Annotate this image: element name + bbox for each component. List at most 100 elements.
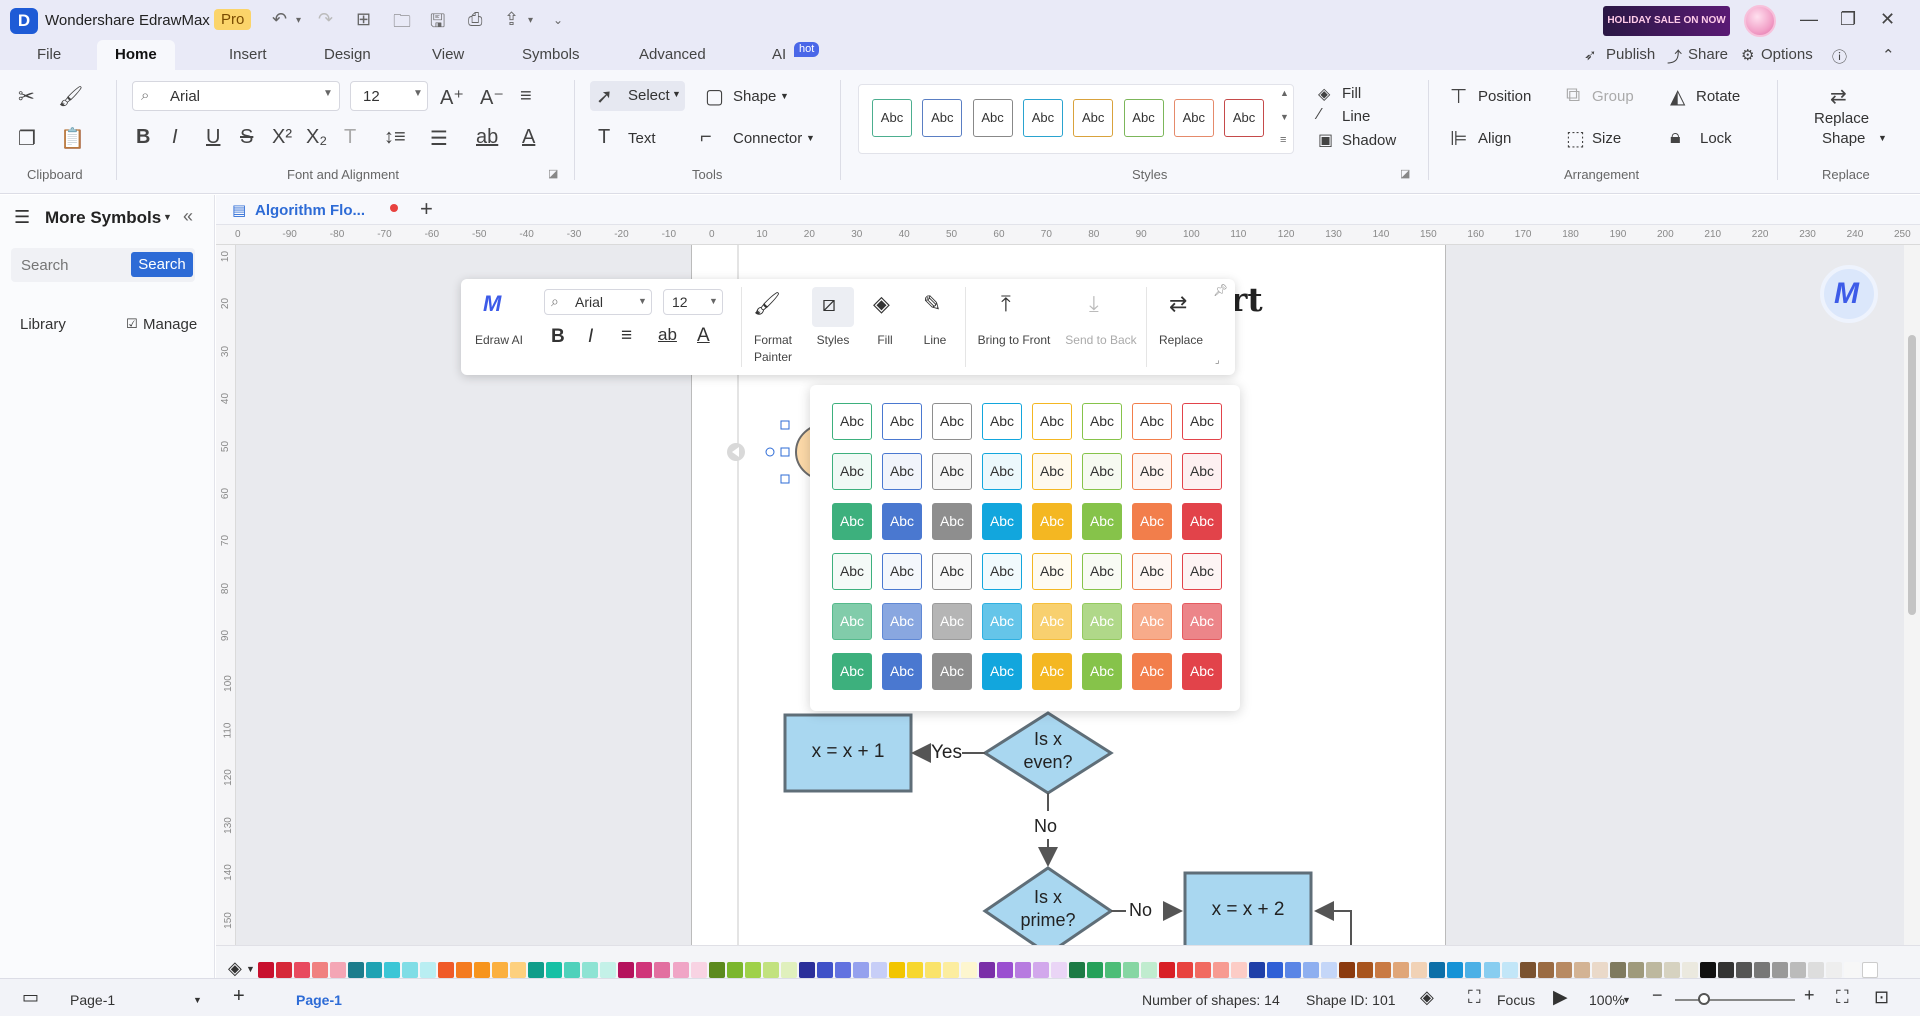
cut-icon[interactable]: ✂ — [18, 84, 35, 109]
holiday-sale-banner[interactable]: HOLIDAY SALE ON NOW — [1603, 6, 1730, 36]
style-option[interactable]: Abc — [1082, 403, 1122, 440]
underline-icon[interactable]: U — [206, 126, 220, 149]
style-option[interactable]: Abc — [832, 553, 872, 590]
style-option[interactable]: Abc — [1082, 653, 1122, 690]
size-icon[interactable]: ⬚ — [1566, 126, 1585, 151]
dialog-launcher-icon[interactable]: ◪ — [1400, 167, 1410, 180]
styles-label[interactable]: Styles — [803, 333, 863, 347]
line-label[interactable]: Line — [905, 333, 965, 347]
shadow-button[interactable]: Shadow — [1342, 132, 1396, 149]
palette-color-swatch[interactable] — [1231, 962, 1248, 978]
chevron-down-icon[interactable]: ▼ — [163, 212, 172, 222]
style-option[interactable]: Abc — [1182, 553, 1222, 590]
publish-button[interactable]: Publish — [1606, 46, 1655, 63]
close-icon[interactable]: ✕ — [1880, 9, 1895, 30]
add-page-icon[interactable]: + — [233, 985, 245, 1008]
connector-button[interactable]: Connector — [733, 130, 802, 147]
palette-color-swatch[interactable] — [312, 962, 329, 978]
tab-ai[interactable]: AI — [772, 46, 786, 63]
style-option[interactable]: Abc — [1132, 453, 1172, 490]
chevron-down-icon[interactable]: ▼ — [246, 964, 255, 974]
palette-color-swatch[interactable] — [1825, 962, 1842, 978]
edraw-ai-fab[interactable]: M — [1820, 265, 1878, 323]
group-button[interactable]: Group — [1592, 88, 1634, 105]
customize-qa-icon[interactable]: ⌄ — [553, 13, 563, 27]
position-icon[interactable]: ⊤ — [1450, 84, 1467, 109]
fullscreen-icon[interactable]: ⊡ — [1874, 987, 1889, 1008]
position-button[interactable]: Position — [1478, 88, 1531, 105]
fill-button[interactable]: Fill — [1342, 85, 1361, 102]
palette-color-swatch[interactable] — [636, 962, 653, 978]
text-tool-button[interactable]: Text — [628, 130, 656, 147]
style-option[interactable]: Abc — [832, 653, 872, 690]
palette-color-swatch[interactable] — [366, 962, 383, 978]
palette-color-swatch[interactable] — [1717, 962, 1734, 978]
italic-icon[interactable]: I — [588, 326, 593, 348]
style-option[interactable]: Abc — [1132, 603, 1172, 640]
palette-color-swatch[interactable] — [618, 962, 635, 978]
export-icon[interactable]: ⇪ — [504, 9, 519, 30]
style-option[interactable]: Abc — [932, 503, 972, 540]
palette-color-swatch[interactable] — [402, 962, 419, 978]
palette-color-swatch[interactable] — [1573, 962, 1590, 978]
undo-icon[interactable]: ↶ — [272, 9, 287, 30]
subscript-icon[interactable]: X₂ — [306, 126, 327, 149]
palette-color-swatch[interactable] — [1807, 962, 1824, 978]
palette-color-swatch[interactable] — [1645, 962, 1662, 978]
ribbon-style-swatch[interactable]: Abc — [972, 99, 1013, 137]
palette-color-swatch[interactable] — [834, 962, 851, 978]
palette-color-swatch[interactable] — [1627, 962, 1644, 978]
style-option[interactable]: Abc — [1132, 403, 1172, 440]
palette-color-swatch[interactable] — [1032, 962, 1049, 978]
style-option[interactable]: Abc — [932, 553, 972, 590]
palette-color-swatch[interactable] — [1105, 962, 1122, 978]
palette-color-swatch[interactable] — [276, 962, 293, 978]
style-option[interactable]: Abc — [832, 453, 872, 490]
style-option[interactable]: Abc — [882, 653, 922, 690]
palette-color-swatch[interactable] — [924, 962, 941, 978]
chevron-down-icon[interactable]: ▼ — [193, 995, 202, 1005]
palette-color-swatch[interactable] — [1537, 962, 1554, 978]
font-family-select[interactable]: ⌕ Arial ▼ — [132, 81, 340, 111]
palette-color-swatch[interactable] — [348, 962, 365, 978]
palette-color-swatch[interactable] — [942, 962, 959, 978]
page-layout-icon[interactable]: ▭ — [22, 987, 39, 1008]
align-menu-icon[interactable]: ≡ — [520, 85, 532, 108]
zoom-level[interactable]: 100% — [1589, 992, 1625, 1008]
palette-color-swatch[interactable] — [690, 962, 707, 978]
palette-color-swatch[interactable] — [1501, 962, 1518, 978]
decrease-font-icon[interactable]: A⁻ — [480, 85, 504, 110]
style-option[interactable]: Abc — [932, 453, 972, 490]
scroll-up-icon[interactable]: ▲ — [1280, 88, 1289, 98]
style-option[interactable]: Abc — [1032, 653, 1072, 690]
ribbon-style-swatch[interactable]: Abc — [1173, 99, 1214, 137]
style-option[interactable]: Abc — [1182, 603, 1222, 640]
palette-color-swatch[interactable] — [1681, 962, 1698, 978]
style-option[interactable]: Abc — [832, 503, 872, 540]
palette-color-swatch[interactable] — [654, 962, 671, 978]
palette-color-swatch[interactable] — [1753, 962, 1770, 978]
replace-shape-icon[interactable]: ⇄ — [1830, 84, 1847, 109]
lock-icon[interactable]: 🔒︎ — [1670, 126, 1681, 149]
restore-icon[interactable]: ❐ — [1840, 9, 1856, 30]
collapse-panel-icon[interactable]: « — [183, 206, 193, 227]
replace-shape-label-1[interactable]: Replace — [1814, 110, 1869, 127]
vertical-scrollbar[interactable] — [1904, 245, 1920, 945]
select-tool-button[interactable]: ➚ Select ▼ — [590, 81, 685, 111]
zoom-in-icon[interactable]: + — [1804, 985, 1815, 1006]
palette-color-swatch[interactable] — [1195, 962, 1212, 978]
format-painter-label-1[interactable]: Format — [743, 333, 803, 347]
font-color-icon[interactable]: A — [697, 325, 710, 347]
style-option[interactable]: Abc — [1132, 503, 1172, 540]
palette-color-swatch[interactable] — [1429, 962, 1446, 978]
style-option[interactable]: Abc — [982, 553, 1022, 590]
tab-insert[interactable]: Insert — [229, 46, 267, 63]
fill-bucket-icon[interactable]: ◈ — [873, 291, 890, 317]
palette-color-swatch[interactable] — [1609, 962, 1626, 978]
text-highlight-icon[interactable]: ab — [476, 126, 498, 149]
style-option[interactable]: Abc — [882, 553, 922, 590]
zoom-slider-handle[interactable] — [1698, 993, 1710, 1005]
format-brush-icon[interactable]: 🖌 — [58, 84, 83, 109]
align-icon[interactable]: ≡ — [621, 325, 632, 347]
layers-icon[interactable]: ◈ — [1420, 987, 1434, 1008]
